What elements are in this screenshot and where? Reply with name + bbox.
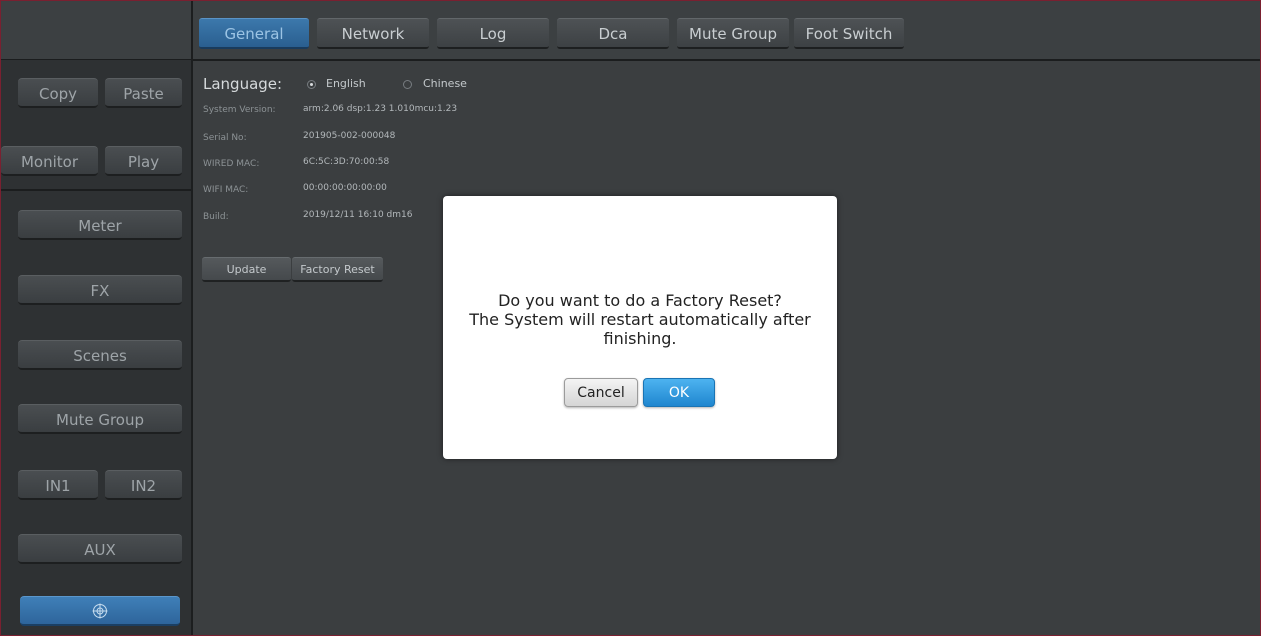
system-version-label: System Version:: [203, 105, 276, 115]
in2-button[interactable]: IN2: [105, 470, 182, 500]
mute-group-button[interactable]: Mute Group: [18, 404, 182, 434]
paste-button[interactable]: Paste: [105, 78, 182, 108]
wired-mac-label: WIRED MAC:: [203, 159, 260, 169]
cancel-button[interactable]: Cancel: [564, 378, 638, 407]
sidebar-divider: [1, 189, 191, 191]
tab-bar: General Network Log Dca Mute Group Foot …: [193, 1, 1260, 61]
in1-button[interactable]: IN1: [18, 470, 98, 500]
tab-log[interactable]: Log: [437, 18, 549, 49]
serial-no-value: 201905-002-000048: [303, 131, 396, 141]
build-label: Build:: [203, 212, 229, 222]
tab-mute-group[interactable]: Mute Group: [677, 18, 789, 49]
radio-english-label[interactable]: English: [326, 77, 366, 90]
serial-no-label: Serial No:: [203, 133, 247, 143]
sidebar: Copy Paste Monitor Play Meter FX Scenes …: [1, 1, 193, 635]
factory-reset-dialog: Do you want to do a Factory Reset? The S…: [443, 196, 837, 459]
tab-foot-switch[interactable]: Foot Switch: [794, 18, 904, 49]
fx-button[interactable]: FX: [18, 275, 182, 305]
meter-button[interactable]: Meter: [18, 210, 182, 240]
update-button[interactable]: Update: [202, 257, 291, 282]
play-button[interactable]: Play: [105, 146, 182, 176]
target-icon: [92, 603, 108, 619]
build-value: 2019/12/11 16:10 dm16: [303, 210, 413, 220]
dialog-line-1: Do you want to do a Factory Reset?: [498, 291, 782, 310]
app-window: Copy Paste Monitor Play Meter FX Scenes …: [0, 0, 1261, 636]
dialog-line-2: The System will restart automatically af…: [469, 310, 811, 329]
wifi-mac-label: WIFI MAC:: [203, 185, 249, 195]
factory-reset-button[interactable]: Factory Reset: [292, 257, 383, 282]
tab-general[interactable]: General: [199, 18, 309, 49]
tab-network[interactable]: Network: [317, 18, 429, 49]
target-button[interactable]: [20, 596, 180, 626]
radio-chinese-label[interactable]: Chinese: [423, 77, 467, 90]
radio-chinese[interactable]: [403, 80, 412, 89]
sidebar-header: [1, 1, 191, 60]
monitor-button[interactable]: Monitor: [1, 146, 98, 176]
system-version-value: arm:2.06 dsp:1.23 1.010mcu:1.23: [303, 104, 458, 114]
scenes-button[interactable]: Scenes: [18, 340, 182, 370]
tab-dca[interactable]: Dca: [557, 18, 669, 49]
copy-button[interactable]: Copy: [18, 78, 98, 108]
wired-mac-value: 6C:5C:3D:70:00:58: [303, 157, 390, 167]
radio-english[interactable]: [307, 80, 316, 89]
wifi-mac-value: 00:00:00:00:00:00: [303, 183, 387, 193]
ok-button[interactable]: OK: [643, 378, 715, 407]
aux-button[interactable]: AUX: [18, 534, 182, 564]
dialog-line-3: finishing.: [603, 329, 677, 348]
dialog-message: Do you want to do a Factory Reset? The S…: [443, 291, 837, 348]
language-label: Language:: [203, 75, 283, 93]
